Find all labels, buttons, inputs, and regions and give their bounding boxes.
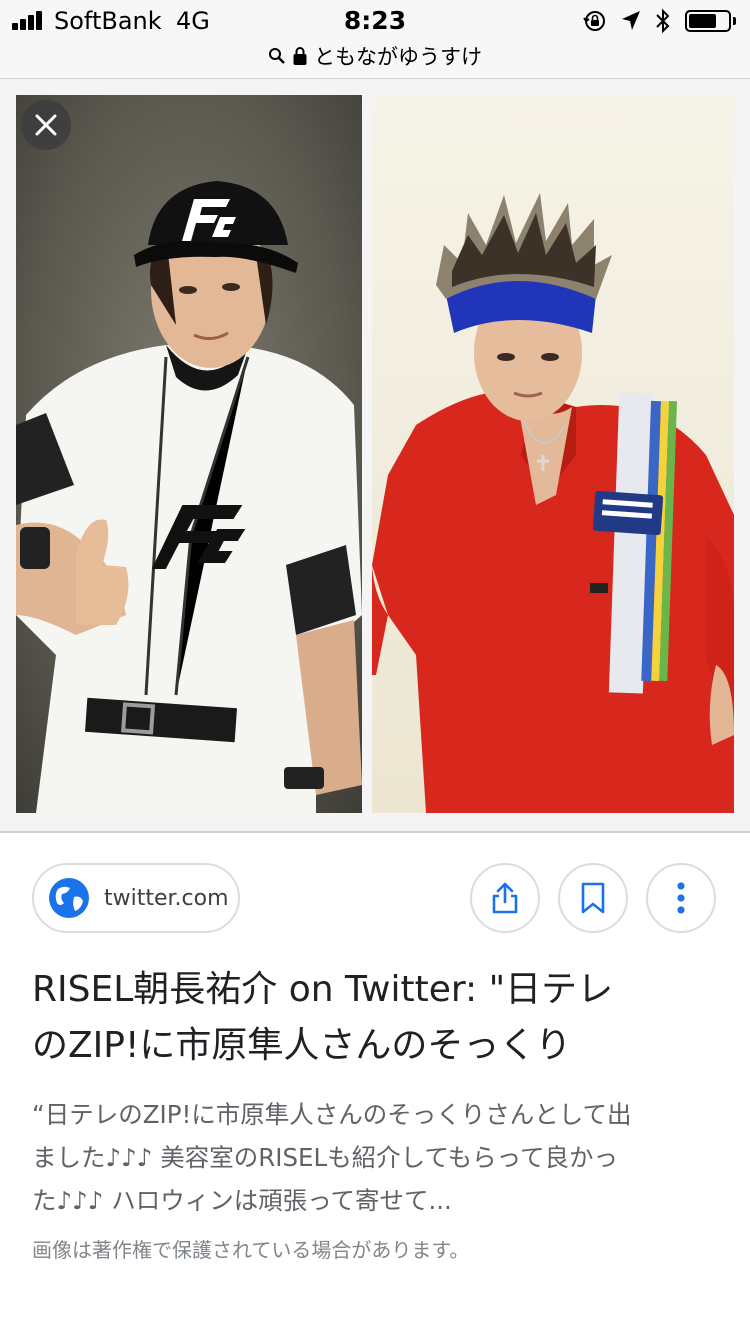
bookmark-icon [581, 882, 605, 914]
rotation-lock-icon [583, 11, 605, 31]
search-icon [269, 48, 285, 64]
snippet-line: ました♪♪♪ 美容室のRISELも紹介してもらって良かっ [32, 1143, 618, 1172]
share-button[interactable] [470, 863, 540, 933]
result-photo [16, 95, 734, 813]
save-button[interactable] [558, 863, 628, 933]
result-title-line: のZIP!に市原隼人さんのそっくり [32, 1025, 572, 1066]
copyright-notice: 画像は著作権で保護されている場合があります。 [32, 1238, 470, 1262]
url-display[interactable]: ともながゆうすけ [0, 42, 750, 70]
bluetooth-icon [656, 8, 670, 34]
globe-icon [49, 878, 89, 918]
share-icon [492, 882, 518, 914]
more-vert-icon [677, 882, 685, 914]
close-icon [35, 114, 57, 136]
result-title-line: RISEL朝長祐介 on Twitter: "日テレ [32, 969, 614, 1010]
status-bar: SoftBank 4G 8:23 [0, 0, 750, 42]
source-domain: twitter.com [104, 885, 229, 911]
battery-tip [733, 17, 736, 25]
snippet-line: た♪♪♪ ハロウィンは頑張って寄せて... [32, 1186, 452, 1215]
result-snippet: “日テレのZIP!に市原隼人さんのそっくりさんとして出 ました♪♪♪ 美容室のR… [32, 1093, 722, 1222]
location-icon [622, 11, 640, 30]
more-options-button[interactable] [646, 863, 716, 933]
battery-icon [685, 10, 731, 32]
browser-address-bar[interactable]: ともながゆうすけ [0, 42, 750, 79]
source-link[interactable]: twitter.com [32, 863, 240, 933]
close-button[interactable] [21, 100, 71, 150]
image-preview[interactable] [0, 79, 750, 833]
lock-icon [293, 47, 307, 65]
snippet-line: “日テレのZIP!に市原隼人さんのそっくりさんとして出 [32, 1100, 632, 1129]
battery-level [689, 14, 716, 28]
result-title-link[interactable]: RISEL朝長祐介 on Twitter: "日テレ のZIP!に市原隼人さんの… [32, 962, 722, 1074]
status-icons [583, 8, 736, 34]
url-text: ともながゆうすけ [314, 45, 482, 69]
